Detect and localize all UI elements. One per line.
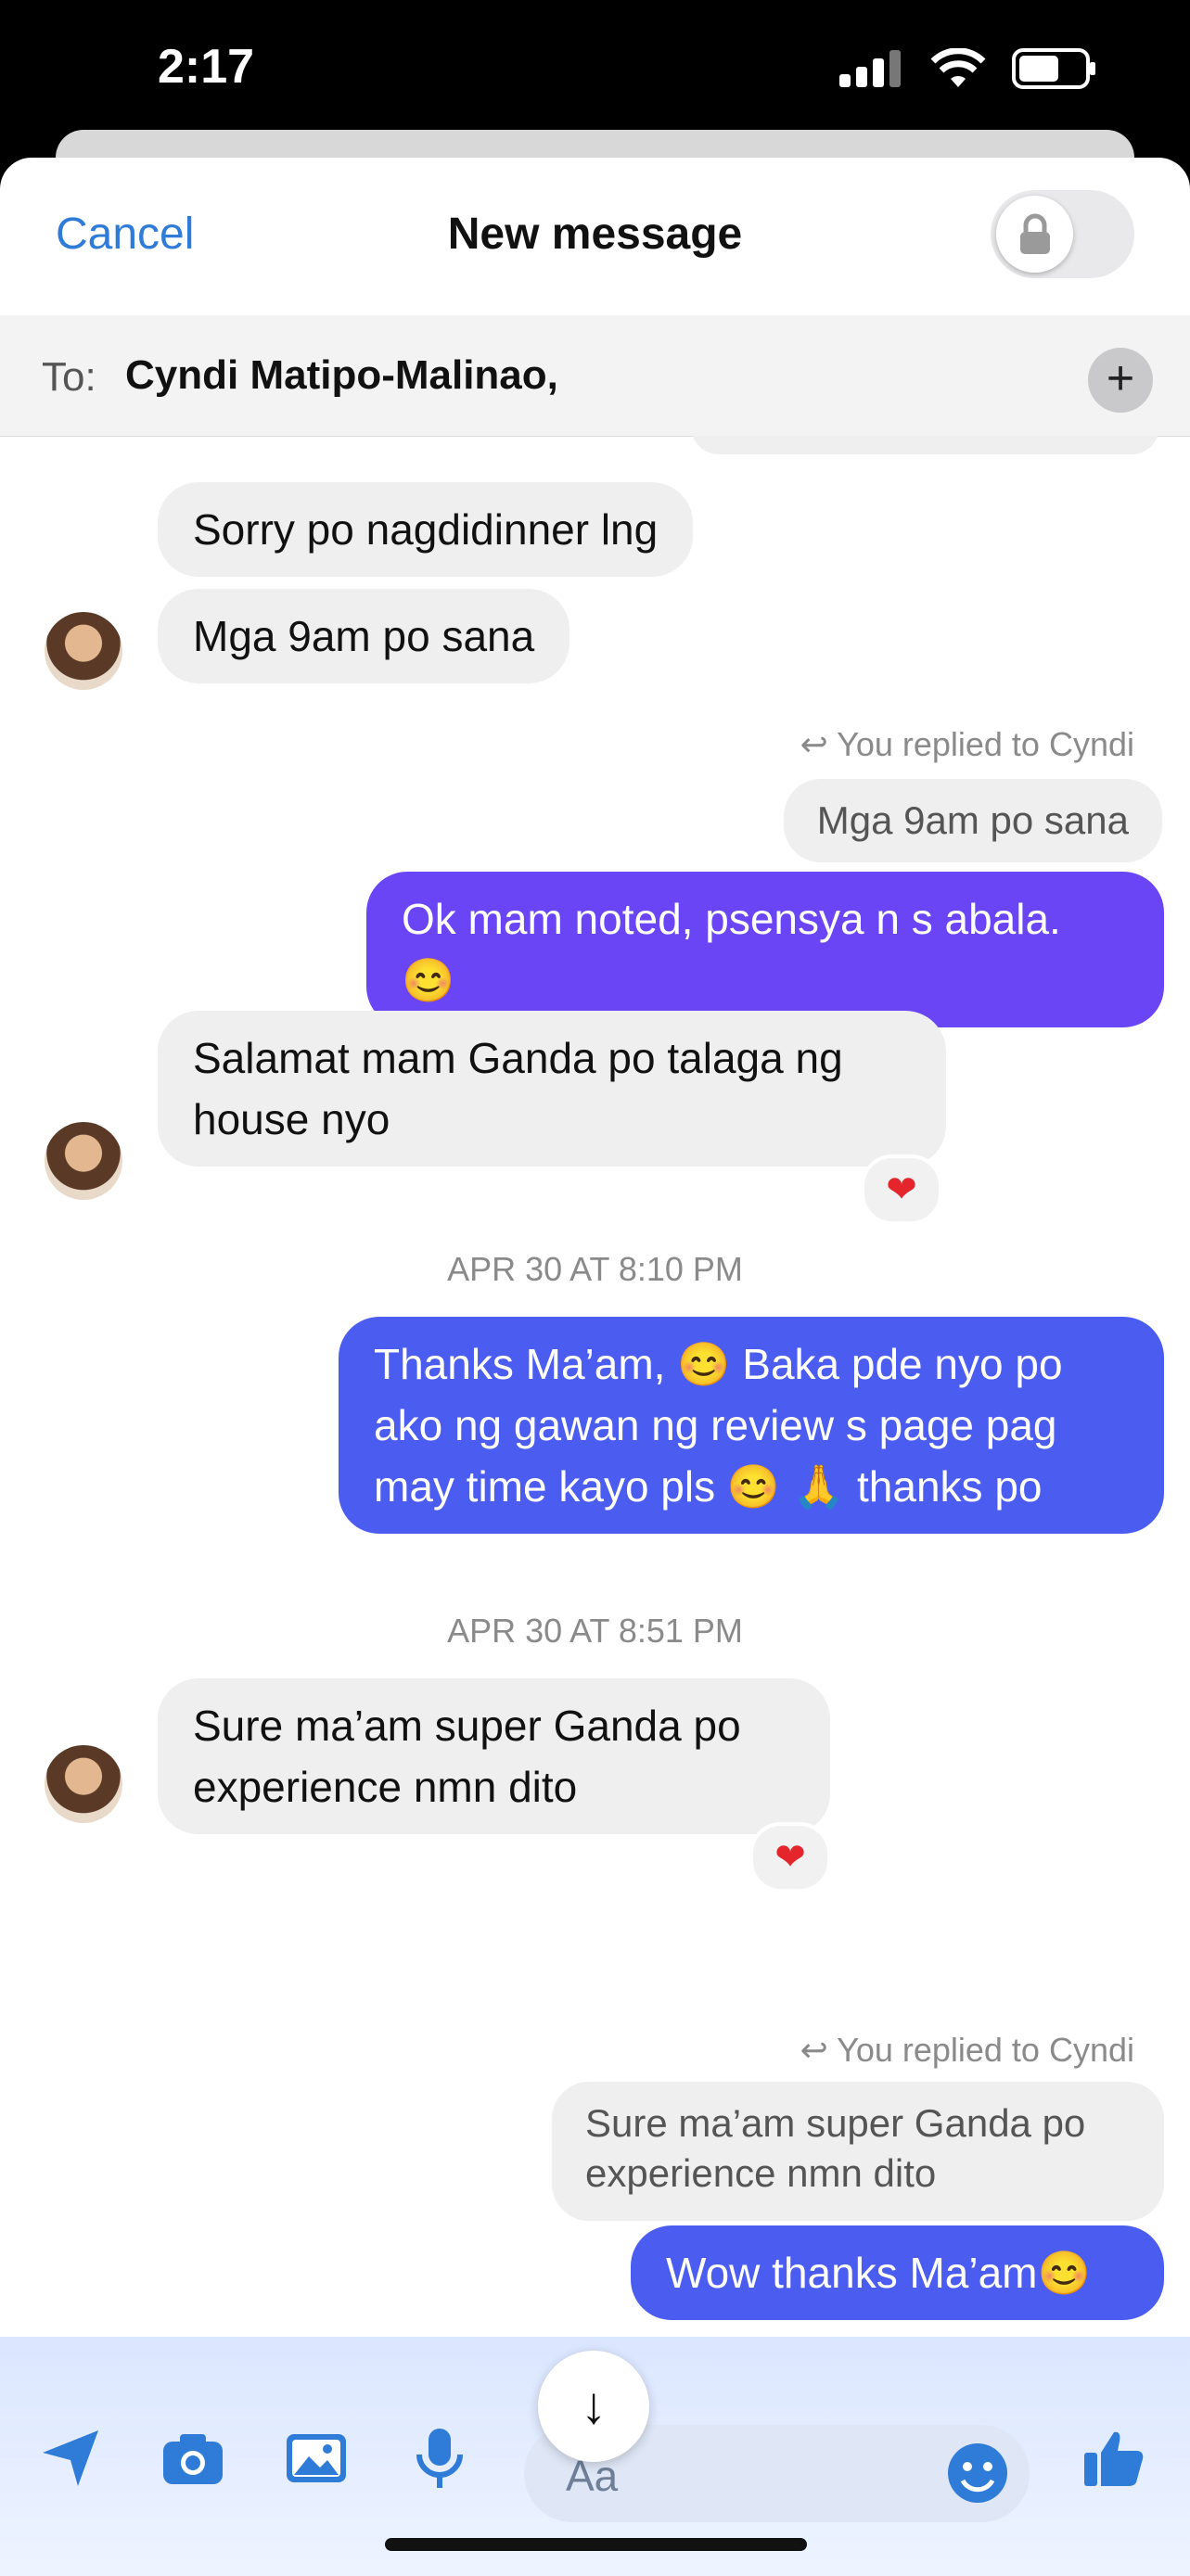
camera-icon[interactable] (160, 2425, 226, 2492)
mic-icon[interactable] (406, 2425, 473, 2492)
signal-icon (839, 50, 901, 87)
status-bar: 2:17 (0, 0, 1190, 148)
outgoing-message[interactable]: Ok mam noted, psensya n s abala. 😊 (366, 872, 1164, 1027)
secret-conversation-toggle[interactable] (991, 190, 1134, 278)
recipient-name[interactable]: Cyndi Matipo-Malinao, (125, 352, 558, 399)
to-label: To: (42, 354, 96, 400)
avatar[interactable] (45, 1122, 122, 1200)
gallery-icon[interactable] (283, 2425, 350, 2492)
incoming-message[interactable]: Mga 9am po sana (158, 589, 570, 683)
heart-icon[interactable]: ❤ (861, 1154, 942, 1225)
reply-quote[interactable]: Mga 9am po sana (783, 779, 1162, 862)
timestamp: APR 30 AT 8:10 PM (447, 1250, 743, 1288)
outgoing-message[interactable]: Thanks Ma’am, 😊 Baka pde nyo po ako ng g… (339, 1317, 1164, 1534)
battery-icon (1012, 48, 1095, 89)
recipient-bar[interactable]: To: Cyndi Matipo-Malinao, + (0, 315, 1190, 437)
status-time: 2:17 (158, 40, 255, 94)
reply-indicator: ↩ You replied to Cyndi (800, 725, 1134, 763)
reply-arrow-icon: ↩ (800, 725, 828, 763)
reply-arrow-icon: ↩ (800, 2031, 828, 2069)
avatar[interactable] (45, 1745, 122, 1823)
avatar[interactable] (45, 612, 122, 690)
home-indicator (385, 2538, 807, 2551)
incoming-message[interactable]: Sure ma’am super Ganda po experience nmn… (158, 1678, 830, 1834)
header: Cancel New message (0, 158, 1190, 315)
conversation[interactable]: Sorry po nagdidinner lng Mga 9am po sana… (0, 436, 1190, 2337)
lock-icon (1019, 213, 1050, 254)
new-message-sheet: Cancel New message To: Cyndi Matipo-Mali… (0, 158, 1190, 2576)
location-icon[interactable] (37, 2425, 104, 2492)
reply-quote[interactable]: Sure ma’am super Ganda po experience nmn… (552, 2082, 1164, 2221)
plus-icon[interactable]: + (1088, 348, 1153, 413)
emoji-icon[interactable] (944, 2440, 1011, 2506)
wifi-icon (930, 48, 986, 87)
timestamp: APR 30 AT 8:51 PM (447, 1612, 743, 1650)
incoming-message[interactable]: Salamat mam Ganda po talaga ng house nyo (158, 1011, 946, 1167)
arrow-down-icon[interactable]: ↓ (538, 2351, 649, 2462)
reply-indicator: ↩ You replied to Cyndi (800, 2031, 1134, 2069)
message-bubble-partial (691, 436, 1159, 454)
heart-icon[interactable]: ❤ (749, 1822, 831, 1893)
outgoing-message[interactable]: Wow thanks Ma’am😊 (631, 2225, 1164, 2320)
thumbs-up-icon[interactable] (1081, 2425, 1147, 2492)
incoming-message[interactable]: Sorry po nagdidinner lng (158, 482, 694, 577)
